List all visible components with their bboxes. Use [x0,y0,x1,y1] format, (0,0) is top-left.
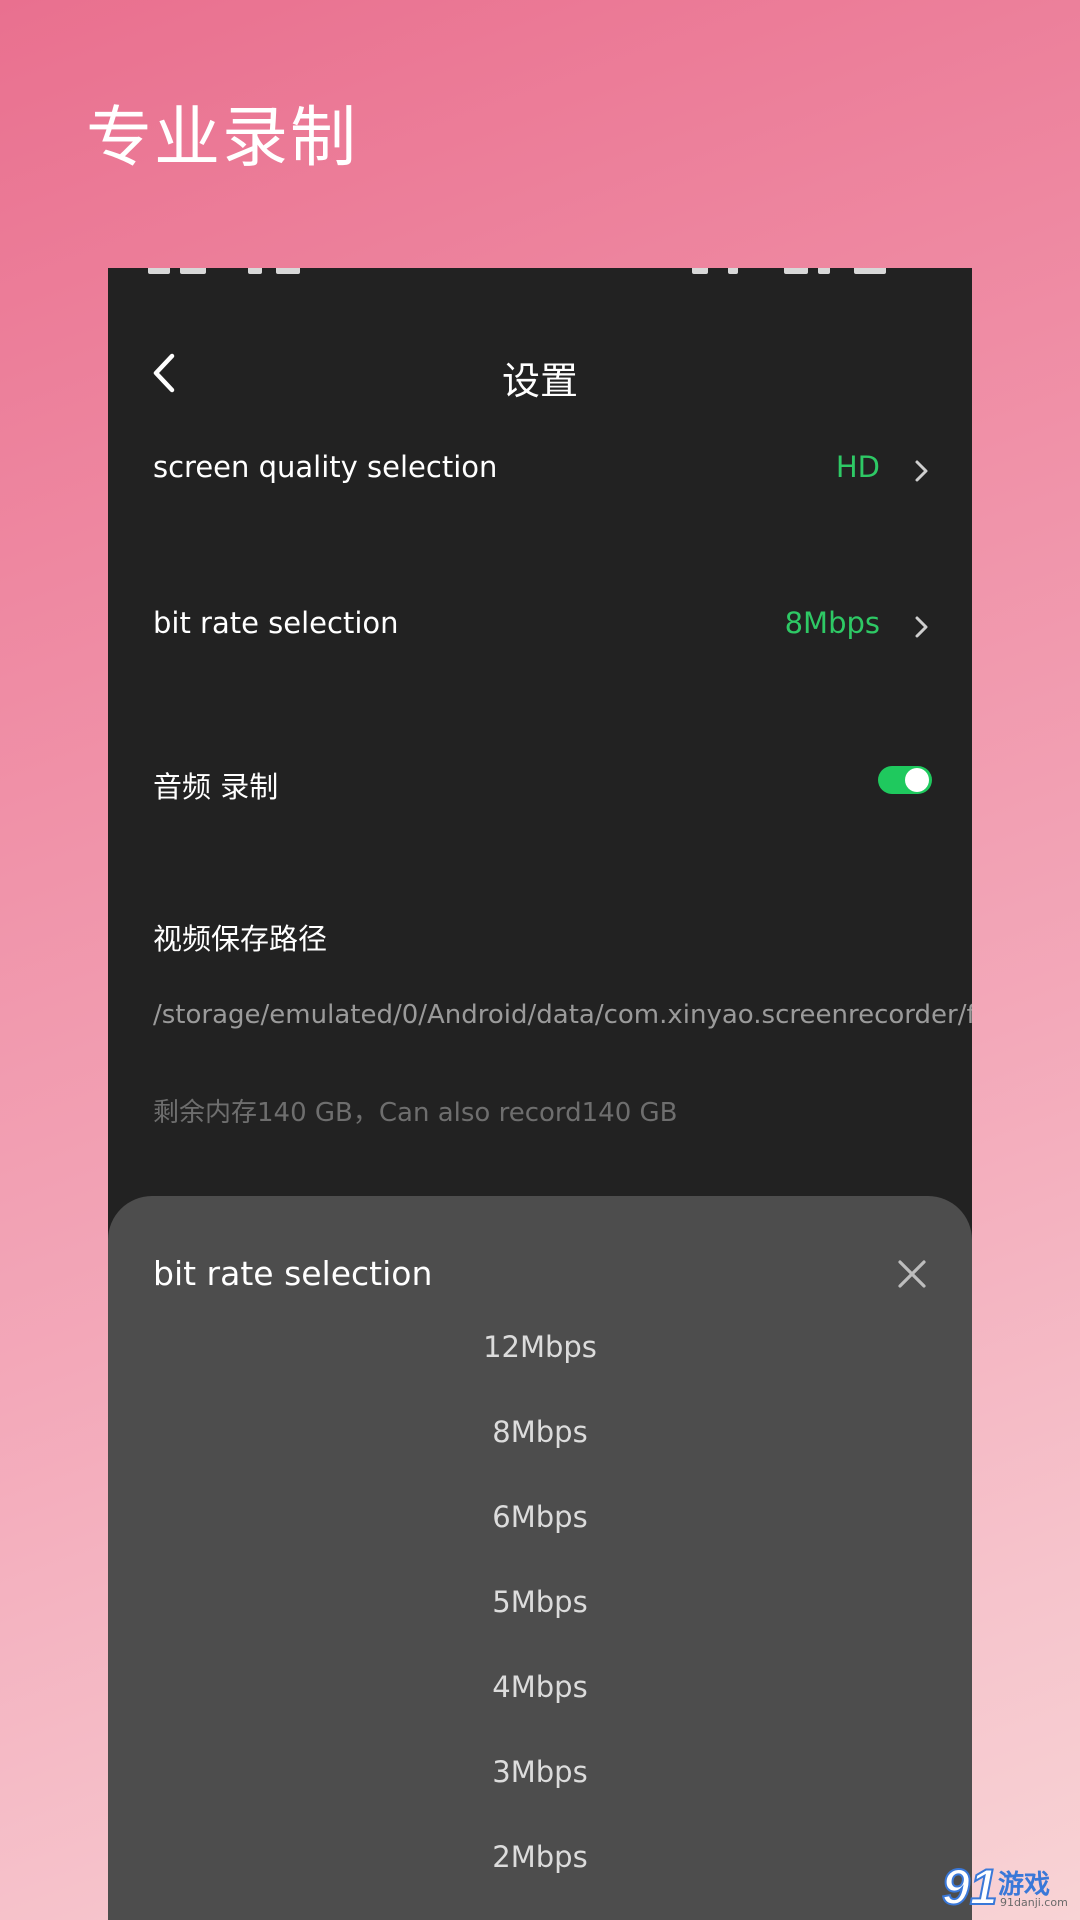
audio-record-row: 音频 录制 [153,754,932,814]
page-title: 设置 [501,359,578,403]
bit-rate-row[interactable]: bit rate selection 8Mbps [153,596,932,656]
save-path-title: 视频保存路径 [153,922,328,956]
status-bar [108,268,972,276]
audio-record-toggle[interactable] [878,766,932,794]
screen-quality-row[interactable]: screen quality selection HD [153,440,932,500]
bit-rate-option-4mbps[interactable]: 4Mbps [108,1656,972,1741]
bit-rate-option-6mbps[interactable]: 6Mbps [108,1486,972,1571]
screen-quality-value: HD [835,450,880,484]
sheet-title: bit rate selection [153,1254,433,1293]
bit-rate-sheet: bit rate selection 12Mbps 8Mbps 6Mbps 5M… [108,1196,972,1920]
save-path-value: /storage/emulated/0/Android/data/com.xin… [153,1000,972,1030]
bit-rate-option-3mbps[interactable]: 3Mbps [108,1741,972,1826]
close-icon[interactable] [896,1258,928,1290]
bit-rate-options: 12Mbps 8Mbps 6Mbps 5Mbps 4Mbps 3Mbps 2Mb… [108,1316,972,1911]
promo-title: 专业录制 [86,99,358,176]
toggle-knob [905,768,929,792]
bit-rate-option-8mbps[interactable]: 8Mbps [108,1401,972,1486]
screen-quality-label: screen quality selection [153,450,498,484]
watermark-logo: 91 游戏 91danji.com [941,1858,1074,1916]
phone-screen: 设置 screen quality selection HD bit rate … [108,268,972,1920]
chevron-right-icon [910,612,932,642]
bit-rate-option-12mbps[interactable]: 12Mbps [108,1316,972,1401]
nav-bar: 设置 [108,328,972,418]
bit-rate-option-5mbps[interactable]: 5Mbps [108,1571,972,1656]
audio-record-label: 音频 录制 [153,770,279,804]
bit-rate-label: bit rate selection [153,606,399,640]
bit-rate-value: 8Mbps [784,606,880,640]
bit-rate-option-2mbps[interactable]: 2Mbps [108,1826,972,1911]
storage-info: 剩余内存140 GB，Can also record140 GB [153,1098,678,1128]
watermark-site: 91danji.com [1000,1896,1068,1909]
watermark-number: 91 [941,1858,999,1916]
chevron-right-icon [910,456,932,486]
